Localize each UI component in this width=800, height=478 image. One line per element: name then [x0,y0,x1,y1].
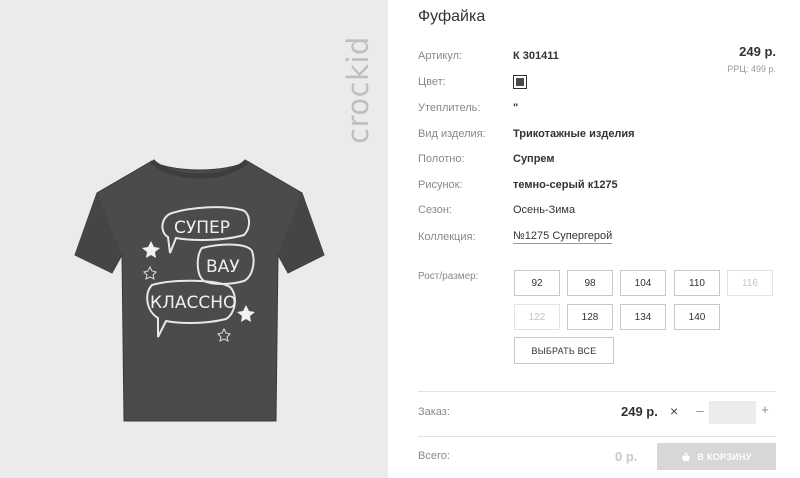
rrp-label: РРЦ: [727,64,749,74]
add-to-cart-label: В КОРЗИНУ [697,451,752,462]
attr-label: Полотно: [418,153,465,165]
size-option[interactable]: 134 [620,304,666,330]
attr-label: Артикул: [418,50,463,62]
select-all-button[interactable]: ВЫБРАТЬ ВСЕ [514,337,614,364]
collection-link[interactable]: №1275 Супергерой [513,230,613,244]
size-option[interactable]: 128 [567,304,613,330]
divider [418,436,776,437]
basket-icon [682,451,691,461]
divider [418,391,776,392]
attr-label: Коллекция: [418,231,476,243]
color-swatch[interactable] [513,75,527,89]
rrp-price: РРЦ: 499 р. [727,64,776,74]
total-label: Всего: [418,450,450,462]
total-value: 0 р. [615,449,638,464]
product-price: 249 р. [739,44,776,59]
attr-label: Утеплитель: [418,102,481,114]
attr-fabric: Полотно: Супрем [418,151,555,167]
attr-season: Сезон: Осень-Зима [418,202,575,218]
attr-label: Сезон: [418,204,452,216]
attr-product-type: Вид изделия: Трикотажные изделия [418,126,635,142]
size-label: Рост/размер: [418,271,479,282]
increase-quantity-button[interactable]: + [759,402,771,417]
quantity-input[interactable] [709,401,756,424]
attr-label: Цвет: [418,76,446,88]
attr-value: " [513,102,519,114]
multiply-icon: × [670,403,679,419]
size-option[interactable]: 110 [674,270,720,296]
rrp-value: 499 р. [750,64,776,74]
size-option-disabled: 116 [727,270,773,296]
attr-color: Цвет: [418,74,527,90]
tshirt-text-1: СУПЕР [174,218,230,238]
attr-value: Осень-Зима [513,204,576,216]
order-price: 249 р. [621,404,658,419]
product-title: Фуфайка [418,8,486,25]
size-option[interactable]: 140 [674,304,720,330]
attr-value: К 301411 [513,50,559,62]
attr-value: темно-серый к1275 [513,179,618,191]
attr-label: Рисунок: [418,179,463,191]
size-option[interactable]: 104 [620,270,666,296]
size-option[interactable]: 98 [567,270,613,296]
attr-value: Трикотажные изделия [513,128,635,140]
attr-article: Артикул: К 301411 [418,48,559,64]
attr-pattern: Рисунок: темно-серый к1275 [418,177,618,193]
product-image-panel: crockid СУПЕР ВАУ КЛАССНО [0,0,388,478]
order-label: Заказ: [418,406,450,418]
tshirt-image: СУПЕР ВАУ КЛАССНО [74,159,325,422]
attr-collection: Коллекция: №1275 Супергерой [418,229,613,245]
add-to-cart-button[interactable]: В КОРЗИНУ [657,443,776,470]
attr-label: Вид изделия: [418,128,486,140]
size-option-disabled: 122 [514,304,560,330]
tshirt-text-3: КЛАССНО [150,293,236,313]
attr-value: Супрем [513,153,555,165]
brand-logo: crockid [338,20,378,160]
price-block: 249 р. РРЦ: 499 р. [727,44,776,74]
attr-insulation: Утеплитель: " [418,100,518,116]
brand-logo-text: crockid [341,36,375,144]
product-info: Фуфайка 249 р. РРЦ: 499 р. Артикул: К 30… [418,0,780,478]
tshirt-text-2: ВАУ [206,257,240,277]
decrease-quantity-button[interactable]: – [694,403,706,418]
size-option[interactable]: 92 [514,270,560,296]
